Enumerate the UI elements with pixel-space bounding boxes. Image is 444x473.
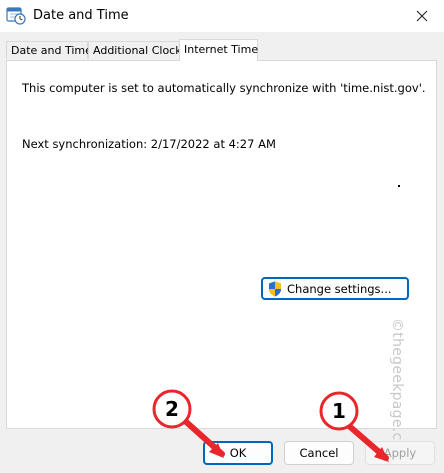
change-settings-label: Change settings... bbox=[287, 281, 392, 296]
stray-dot bbox=[398, 185, 400, 187]
calendar-clock-icon bbox=[6, 7, 26, 25]
next-sync-text: Next synchronization: 2/17/2022 at 4:27 … bbox=[22, 137, 276, 151]
title-bar: Date and Time bbox=[0, 0, 444, 32]
close-button[interactable] bbox=[400, 0, 444, 32]
cancel-button[interactable]: Cancel bbox=[284, 441, 354, 465]
uac-shield-icon bbox=[269, 281, 281, 297]
internet-time-panel: This computer is set to automatically sy… bbox=[6, 60, 437, 429]
tab-additional-clocks[interactable]: Additional Clocks bbox=[88, 41, 187, 59]
ok-button[interactable]: OK bbox=[203, 441, 273, 465]
date-and-time-window: Date and Time Date and Time Additional C… bbox=[0, 0, 444, 473]
close-icon bbox=[416, 10, 428, 22]
change-settings-button[interactable]: Change settings... bbox=[261, 277, 409, 300]
tab-internet-time[interactable]: Internet Time bbox=[179, 39, 258, 61]
sync-status-text: This computer is set to automatically sy… bbox=[22, 81, 426, 95]
tab-date-and-time[interactable]: Date and Time bbox=[6, 41, 92, 59]
apply-button[interactable]: Apply bbox=[365, 441, 435, 465]
window-title: Date and Time bbox=[33, 8, 129, 23]
